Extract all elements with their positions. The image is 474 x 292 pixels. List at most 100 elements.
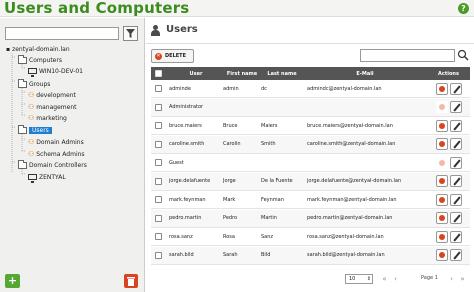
edit-row-icon[interactable] bbox=[449, 156, 462, 169]
group-icon: ⚇ bbox=[28, 150, 35, 158]
cell-user: rosa.sanz bbox=[169, 233, 193, 240]
tree-node-users[interactable]: Users bbox=[18, 124, 52, 135]
cell-user: sarah.bild bbox=[169, 252, 194, 258]
table-header: User First name Last name E-Mail Actions bbox=[151, 67, 470, 80]
tree-node-domain-admins[interactable]: ⚇ Domain Admins bbox=[28, 137, 84, 147]
next-page-button[interactable]: › bbox=[447, 274, 456, 284]
first-page-button[interactable]: « bbox=[380, 274, 389, 284]
row-checkbox[interactable] bbox=[155, 177, 162, 185]
prev-page-button[interactable]: ‹ bbox=[391, 274, 400, 284]
computer-icon bbox=[28, 174, 37, 183]
tree-node-computer[interactable]: WIN10-DEV-01 bbox=[28, 66, 83, 77]
last-page-button[interactable]: » bbox=[458, 274, 467, 284]
tree-node-groups[interactable]: Groups bbox=[18, 78, 51, 89]
column-last-name[interactable]: Last name bbox=[261, 67, 303, 80]
column-email[interactable]: E-Mail bbox=[303, 67, 427, 80]
users-search-input[interactable] bbox=[360, 49, 455, 62]
tree-node-schema-admins[interactable]: ⚇ Schema Admins bbox=[28, 149, 85, 159]
row-checkbox[interactable] bbox=[155, 85, 162, 92]
tree-node-group-management[interactable]: ⚇ management bbox=[28, 102, 76, 112]
row-checkbox[interactable] bbox=[155, 122, 162, 129]
delete-row-icon[interactable] bbox=[435, 175, 448, 187]
cell-user: Guest bbox=[169, 159, 184, 166]
tree-node-label: development bbox=[36, 91, 76, 99]
table-row[interactable]: adminde admin dc admindc@zentyal-domain.lan bbox=[151, 80, 470, 98]
row-checkbox[interactable] bbox=[155, 196, 162, 203]
cell-email: bruce.maiers@zentyal-domain.lan bbox=[307, 122, 393, 129]
row-checkbox[interactable] bbox=[155, 159, 162, 166]
cell-first-name bbox=[223, 154, 261, 171]
page-size-select[interactable]: 10 ⇕ bbox=[345, 274, 373, 284]
row-checkbox[interactable] bbox=[155, 103, 162, 111]
tree-node-controller[interactable]: ZENTYAL bbox=[28, 172, 66, 183]
search-icon[interactable] bbox=[457, 49, 469, 62]
cell-last-name: dc bbox=[261, 85, 267, 92]
delete-label: DELETE bbox=[165, 53, 186, 59]
tree-node-label: management bbox=[36, 103, 77, 111]
edit-row-icon[interactable] bbox=[449, 212, 462, 224]
delete-users-button[interactable]: ✕ DELETE bbox=[151, 49, 194, 63]
filter-button[interactable] bbox=[123, 26, 138, 41]
row-checkbox[interactable] bbox=[155, 214, 162, 222]
edit-row-icon[interactable] bbox=[449, 82, 462, 95]
delete-row-icon[interactable] bbox=[435, 249, 448, 261]
delete-node-button[interactable] bbox=[124, 274, 138, 288]
row-checkbox[interactable] bbox=[155, 233, 162, 240]
tree-search-input[interactable] bbox=[5, 27, 119, 40]
row-checkbox[interactable] bbox=[155, 140, 162, 148]
table-row[interactable]: bruce.maiers Bruce Maiers bruce.maiers@zent… bbox=[151, 117, 470, 135]
table-row[interactable]: Guest bbox=[151, 154, 470, 172]
edit-row-icon[interactable] bbox=[449, 119, 462, 132]
tree-node-domain[interactable]: ▪ zentyal-domain.lan bbox=[6, 44, 70, 54]
cell-user: Administrator bbox=[169, 104, 204, 110]
users-panel: Users ✕ DELETE User First name Last name… bbox=[146, 18, 474, 292]
delete-row-icon[interactable] bbox=[435, 82, 448, 95]
tree-node-computers[interactable]: Computers bbox=[18, 54, 62, 65]
table-row[interactable]: caroline.smith Carolin Smith caroline.smith… bbox=[151, 135, 470, 154]
cell-email: mark.feynman@zentyal-domain.lan bbox=[307, 196, 397, 203]
column-actions: Actions bbox=[438, 70, 459, 77]
edit-row-icon[interactable] bbox=[449, 193, 462, 206]
help-icon[interactable]: ? bbox=[458, 3, 469, 14]
row-actions bbox=[435, 101, 462, 113]
cell-last-name: Feynman bbox=[261, 196, 284, 203]
table-row[interactable]: rosa.sanz Rosa Sanz rosa.sanz@zentyal-domai… bbox=[151, 228, 470, 246]
edit-row-icon[interactable] bbox=[449, 138, 462, 150]
row-actions bbox=[435, 175, 462, 187]
group-icon: ⚇ bbox=[28, 114, 35, 122]
row-checkbox[interactable] bbox=[155, 251, 162, 259]
tree-node-label: Domain Controllers bbox=[29, 161, 87, 169]
delete-row-icon bbox=[435, 101, 448, 113]
table-row[interactable]: jorge.delafuente Jorge De la Fuente jorge.d… bbox=[151, 172, 470, 191]
table-row[interactable]: Administrator bbox=[151, 98, 470, 117]
add-button[interactable]: + bbox=[5, 274, 20, 288]
table-footer: 10 ⇕ « ‹ Page 1 › » bbox=[151, 272, 470, 286]
delete-row-icon[interactable] bbox=[435, 119, 448, 132]
cell-first-name: Rosa bbox=[223, 233, 235, 240]
tree-node-group-marketing[interactable]: ⚇ marketing bbox=[28, 113, 67, 123]
edit-row-icon[interactable] bbox=[449, 101, 462, 113]
column-user[interactable]: User bbox=[169, 67, 223, 80]
tree-node-group-development[interactable]: ⚇ development bbox=[28, 90, 76, 100]
cell-email: sarah.bild@zentyal-domain.lan bbox=[307, 252, 385, 258]
table-row[interactable]: mark.feynman Mark Feynman mark.feynman@zent… bbox=[151, 191, 470, 209]
delete-row-icon[interactable] bbox=[435, 193, 448, 206]
page-size-value: 10 bbox=[349, 276, 356, 282]
cell-user: caroline.smith bbox=[169, 141, 205, 147]
delete-row-icon[interactable] bbox=[435, 230, 448, 243]
collapse-icon[interactable]: ▪ bbox=[6, 46, 10, 53]
table-row[interactable]: sarah.bild Sarah Bild sarah.bild@zentyal-do… bbox=[151, 246, 470, 265]
select-all-checkbox[interactable] bbox=[155, 70, 162, 77]
edit-row-icon[interactable] bbox=[449, 230, 462, 243]
delete-row-icon[interactable] bbox=[435, 212, 448, 224]
cell-user: mark.feynman bbox=[169, 196, 206, 203]
tree-node-domain-controllers[interactable]: Domain Controllers bbox=[18, 159, 87, 170]
delete-row-icon[interactable] bbox=[435, 138, 448, 150]
edit-row-icon[interactable] bbox=[449, 175, 462, 187]
table-row[interactable]: pedro.martin Pedro Martin pedro.martin@zent… bbox=[151, 209, 470, 228]
cell-last-name: Sanz bbox=[261, 233, 274, 240]
edit-row-icon[interactable] bbox=[449, 249, 462, 261]
cell-user: adminde bbox=[169, 85, 191, 92]
column-first-name[interactable]: First name bbox=[223, 67, 261, 80]
tree-node-label: Groups bbox=[29, 80, 51, 88]
